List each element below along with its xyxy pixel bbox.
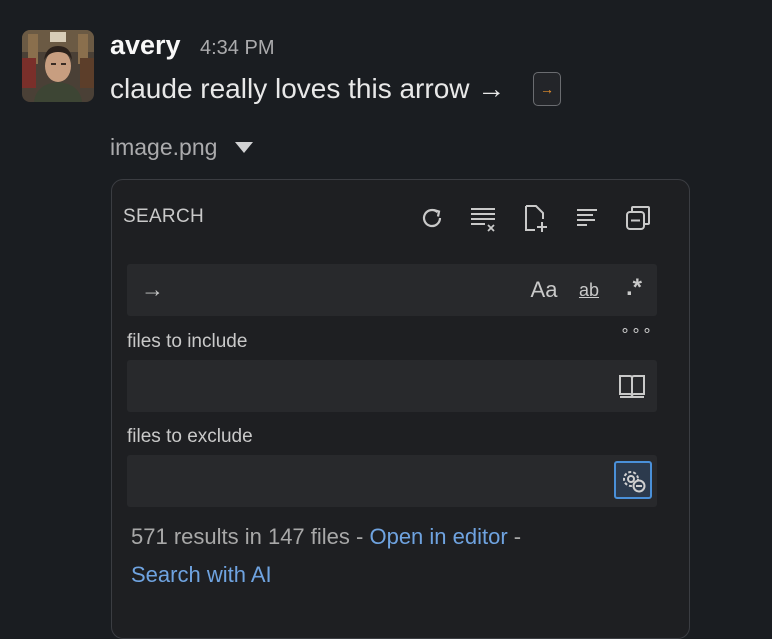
- whole-word-icon: ab: [578, 279, 600, 300]
- attachment-filename[interactable]: image.png: [110, 134, 217, 161]
- files-to-include-label: files to include: [127, 331, 248, 352]
- search-input-value: →: [141, 276, 164, 302]
- search-input: → Aa ab .*: [127, 264, 657, 316]
- arrow-emoji-icon[interactable]: →: [533, 72, 561, 106]
- new-search-editor-icon: [519, 202, 551, 234]
- search-with-ai-link: Search with AI: [131, 562, 272, 587]
- files-to-exclude-input: [127, 455, 657, 507]
- regex-icon: .*: [625, 274, 642, 301]
- files-to-include-input: [127, 360, 657, 412]
- image-attachment[interactable]: SEARCH → Aa ab .* ∘∘∘ files to include f…: [111, 179, 690, 639]
- files-to-exclude-label: files to exclude: [127, 426, 253, 447]
- open-in-editor-link: Open in editor: [369, 524, 508, 549]
- collapse-caret-icon[interactable]: [235, 142, 254, 153]
- avatar-photo: [22, 30, 94, 102]
- message-timestamp[interactable]: 4:34 PM: [200, 37, 274, 60]
- match-case-icon: Aa: [530, 277, 558, 302]
- results-count: 571 results in 147 files -: [131, 524, 370, 549]
- author-name[interactable]: avery: [110, 30, 181, 61]
- avatar[interactable]: [22, 30, 94, 102]
- exclude-settings-gear-icon: [614, 461, 652, 499]
- results-separator: -: [507, 524, 522, 549]
- results-summary: 571 results in 147 files - Open in edito…: [131, 518, 651, 594]
- clear-results-icon: [467, 202, 499, 234]
- attachment-header: image.png: [110, 134, 254, 161]
- collapse-all-icon: [622, 202, 654, 234]
- view-as-tree-icon: [571, 202, 603, 234]
- message-text: claude really loves this arrow →: [110, 73, 506, 104]
- open-editors-book-icon: [617, 370, 647, 402]
- search-panel-title: SEARCH: [123, 206, 204, 227]
- more-options-icon: ∘∘∘: [620, 322, 654, 339]
- refresh-icon: [416, 202, 448, 234]
